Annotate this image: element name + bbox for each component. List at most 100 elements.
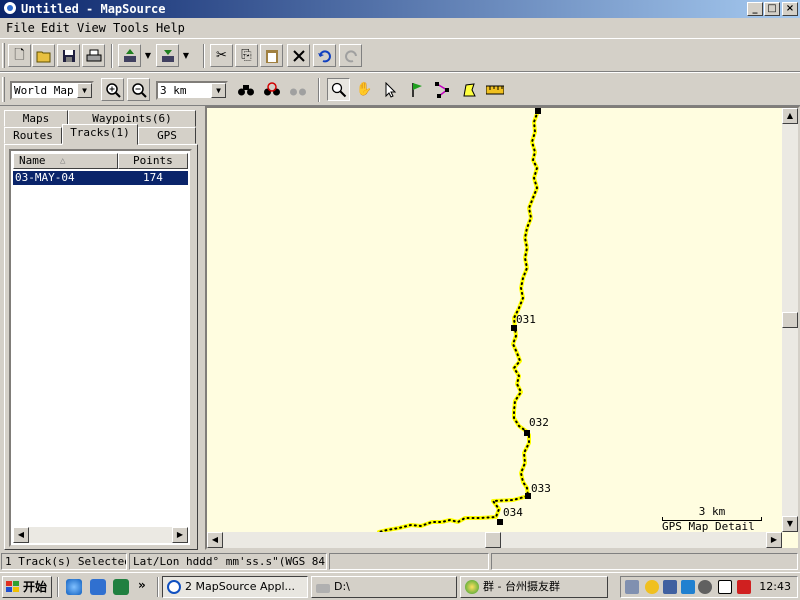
taskbar-button-drive[interactable]: D:\ <box>311 576 457 598</box>
track-dots <box>378 110 539 532</box>
scroll-right-icon[interactable]: ▶ <box>172 527 188 543</box>
scroll-down-icon[interactable]: ▼ <box>782 516 798 532</box>
taskbar-button-mapsource[interactable]: 2 MapSource Appl... <box>162 576 308 598</box>
media-player-icon[interactable] <box>113 579 129 595</box>
route-search-icon[interactable] <box>286 78 309 101</box>
download-dropdown-arrow[interactable]: ▼ <box>181 44 191 67</box>
find-icon[interactable] <box>234 78 257 101</box>
scroll-right-icon[interactable]: ▶ <box>766 532 782 548</box>
chevron-down-icon[interactable]: ▼ <box>77 83 92 98</box>
drive-icon <box>316 584 330 593</box>
track-name: 03-MAY-04 <box>15 171 75 184</box>
minimize-button[interactable]: _ <box>747 2 763 16</box>
distance-tool-icon[interactable] <box>483 78 506 101</box>
chevron-down-icon[interactable]: ▼ <box>211 83 226 98</box>
scroll-up-icon[interactable]: ▲ <box>782 108 798 124</box>
waypoint-marker[interactable] <box>535 108 541 114</box>
map-scale: 3 km GPS Map Detail <box>662 506 762 533</box>
tab-gps[interactable]: GPS <box>138 127 196 144</box>
copy-icon[interactable]: ⎘ <box>235 44 258 67</box>
menu-edit[interactable]: Edit <box>41 21 70 35</box>
zoom-level-value: 3 km <box>160 84 187 97</box>
clock: 12:43 <box>759 580 791 593</box>
start-button[interactable]: 开始 <box>2 576 52 598</box>
column-header-name-label: Name <box>19 154 46 167</box>
scroll-left-icon[interactable]: ◀ <box>13 527 29 543</box>
map-canvas[interactable]: 031 032 033 034 <box>207 108 782 532</box>
route-tool-icon[interactable] <box>431 78 454 101</box>
menu-view[interactable]: View <box>77 21 106 35</box>
track-tool-icon[interactable] <box>457 78 480 101</box>
antivirus-icon[interactable] <box>698 580 712 594</box>
paste-icon[interactable] <box>260 44 283 67</box>
waypoint-marker[interactable] <box>497 519 503 525</box>
coordinate-format-status: Lat/Lon hddd° mm'ss.s"(WGS 84) <box>129 553 327 570</box>
upload-to-device-icon[interactable] <box>118 44 141 67</box>
cut-icon[interactable]: ✂ <box>210 44 233 67</box>
status-panel-empty <box>329 553 489 570</box>
tab-tracks[interactable]: Tracks(1) <box>62 124 138 145</box>
print-icon[interactable] <box>82 44 105 67</box>
waypoint-tool-icon[interactable] <box>405 78 428 101</box>
mapsource-app-icon <box>167 580 181 594</box>
find-nearest-icon[interactable] <box>260 78 283 101</box>
list-horizontal-scrollbar[interactable]: ◀ ▶ <box>13 527 188 543</box>
toolbar-grip[interactable] <box>2 77 5 102</box>
zoom-level-select[interactable]: 3 km ▼ <box>156 81 228 100</box>
new-file-icon[interactable]: 🗋 <box>8 44 31 67</box>
close-button[interactable]: × <box>782 2 798 16</box>
menu-help[interactable]: Help <box>156 21 185 35</box>
tab-maps[interactable]: Maps <box>4 110 68 127</box>
track-list[interactable]: Name △ Points 03-MAY-04 174 ◀ ▶ <box>9 149 192 547</box>
vertical-scroll-thumb[interactable] <box>782 312 798 328</box>
mail-icon[interactable] <box>718 580 732 594</box>
scroll-left-icon[interactable]: ◀ <box>207 532 223 548</box>
column-header-name[interactable]: Name △ <box>13 153 118 169</box>
delete-icon[interactable] <box>287 44 310 67</box>
zoom-in-icon[interactable] <box>101 78 124 101</box>
menu-file[interactable]: File <box>6 21 35 35</box>
taskbar-button-qq-group[interactable]: 群 - 台州摄友群 <box>460 576 608 598</box>
network-icon[interactable] <box>663 580 677 594</box>
messenger-icon[interactable] <box>681 580 695 594</box>
quick-launch-more[interactable]: » <box>138 578 146 592</box>
menu-bar: File Edit View Tools Help <box>0 18 800 38</box>
volume-icon[interactable] <box>625 580 639 594</box>
internet-explorer-icon[interactable] <box>66 579 82 595</box>
map-vertical-scrollbar[interactable]: ▲ ▼ <box>782 108 798 532</box>
task-label: 2 MapSource Appl... <box>185 580 296 593</box>
system-tray: 12:43 <box>620 576 798 598</box>
zoom-out-icon[interactable] <box>127 78 150 101</box>
window-title: Untitled - MapSource <box>21 2 166 16</box>
redo-icon[interactable] <box>339 44 362 67</box>
map-product-value: World Map <box>14 84 74 97</box>
upload-dropdown-arrow[interactable]: ▼ <box>143 44 153 67</box>
select-tool-icon[interactable] <box>379 78 402 101</box>
mapsource-app-icon[interactable] <box>3 1 17 15</box>
qq-group-icon <box>465 580 479 594</box>
map-view[interactable]: 031 032 033 034 3 km GPS Map Detail ▲ ▼ … <box>205 106 800 550</box>
waypoint-marker[interactable] <box>524 430 530 436</box>
open-folder-icon[interactable] <box>32 44 55 67</box>
zoom-tool-icon[interactable] <box>327 78 350 101</box>
toolbar-grip[interactable] <box>2 43 5 68</box>
outlook-express-icon[interactable] <box>90 579 106 595</box>
map-toolbar: World Map ▼ 3 km ▼ ✋ <box>0 72 800 106</box>
undo-icon[interactable] <box>313 44 336 67</box>
waypoint-label: 033 <box>531 482 551 495</box>
download-from-device-icon[interactable] <box>156 44 179 67</box>
windows-logo-icon <box>6 581 19 593</box>
security-icon[interactable] <box>737 580 751 594</box>
map-product-select[interactable]: World Map ▼ <box>10 81 94 100</box>
map-horizontal-scrollbar[interactable]: ◀ ▶ <box>207 532 782 548</box>
hand-tool-icon[interactable]: ✋ <box>353 78 376 101</box>
maximize-button[interactable]: □ <box>764 2 780 16</box>
start-label: 开始 <box>23 580 48 594</box>
table-row[interactable]: 03-MAY-04 174 <box>12 170 189 186</box>
save-icon[interactable] <box>57 44 80 67</box>
tab-routes[interactable]: Routes <box>4 127 62 144</box>
qq-icon[interactable] <box>645 580 659 594</box>
menu-tools[interactable]: Tools <box>113 21 149 35</box>
horizontal-scroll-thumb[interactable] <box>485 532 501 548</box>
column-header-points[interactable]: Points <box>118 153 188 169</box>
